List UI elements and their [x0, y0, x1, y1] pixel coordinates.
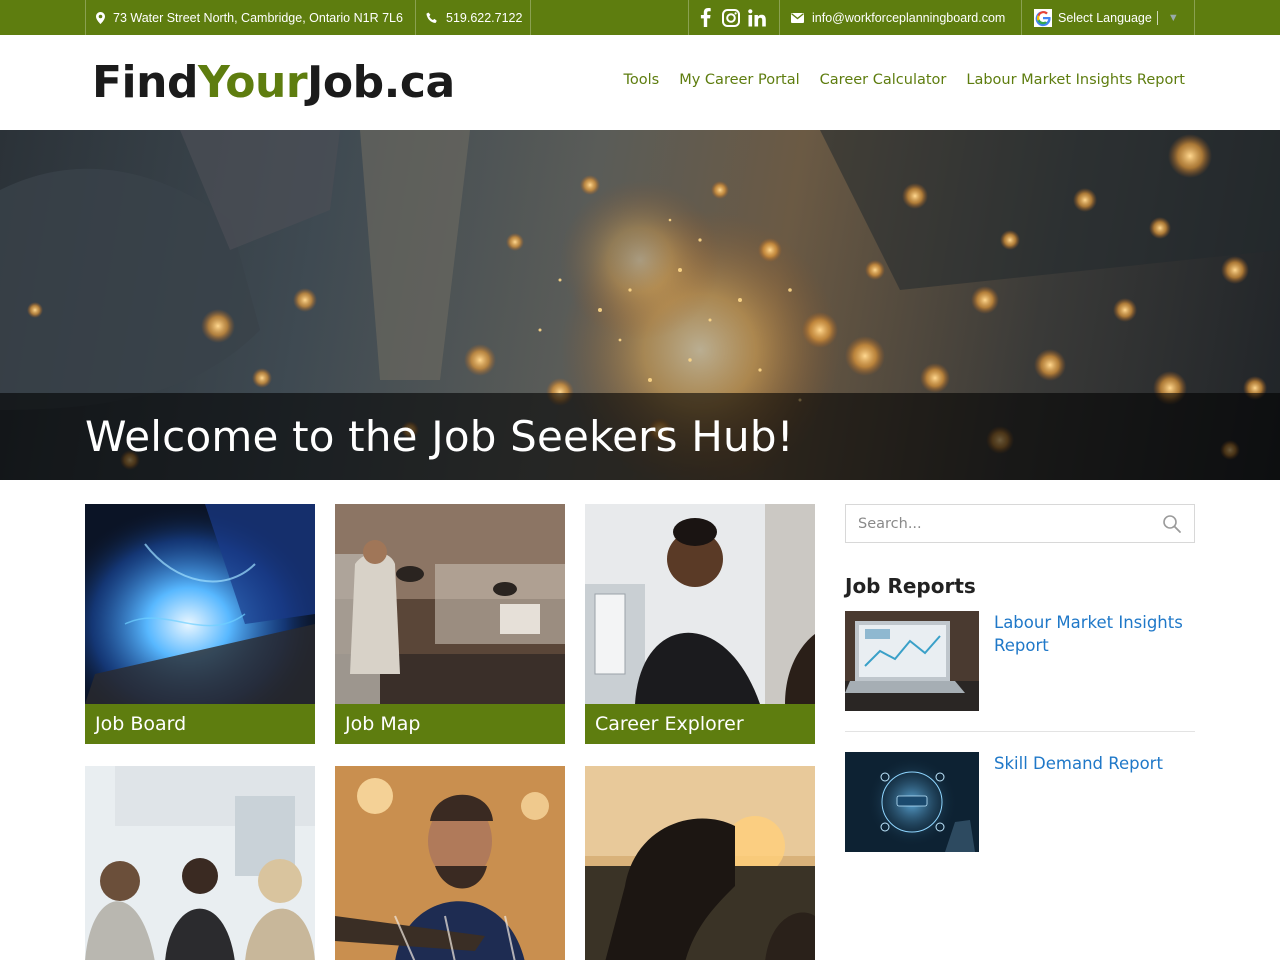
site-logo[interactable]: FindYourJob.ca	[92, 56, 455, 110]
tile-job-board[interactable]: Job Board	[85, 504, 315, 744]
address-item: 73 Water Street North, Cambridge, Ontari…	[96, 0, 403, 35]
report-link-labour-market[interactable]: Labour Market Insights Report	[994, 611, 1194, 657]
topbar-divider	[688, 0, 689, 35]
phone-item[interactable]: 519.622.7122	[426, 0, 522, 35]
main-nav: Tools My Career Portal Career Calculator…	[624, 72, 1186, 88]
tile-hospitality[interactable]	[335, 764, 565, 960]
job-reports-heading: Job Reports	[845, 574, 976, 598]
email-item[interactable]: info@workforceplanningboard.com	[791, 0, 1005, 35]
tile-job-map[interactable]: Job Map	[335, 504, 565, 744]
kitchen-image	[335, 504, 565, 704]
report-thumbnail[interactable]	[845, 752, 979, 852]
sommelier-image	[335, 766, 565, 960]
report-item: Skill Demand Report	[845, 752, 1195, 852]
topbar-divider	[530, 0, 531, 35]
google-icon	[1034, 8, 1052, 27]
topbar-divider	[1021, 0, 1022, 35]
tile-office[interactable]	[85, 764, 315, 960]
report-item: Labour Market Insights Report	[845, 611, 1195, 711]
office-image	[85, 766, 315, 960]
social-links	[695, 0, 767, 35]
map-marker-icon	[96, 11, 105, 24]
logo-text-job: Job.ca	[307, 57, 455, 108]
email-text[interactable]: info@workforceplanningboard.com	[812, 11, 1005, 25]
hero-title: Welcome to the Job Seekers Hub!	[85, 412, 794, 461]
nav-item-labour-market-report[interactable]: Labour Market Insights Report	[966, 72, 1185, 88]
facebook-icon[interactable]	[695, 8, 715, 28]
chevron-down-icon[interactable]: ▼	[1168, 12, 1179, 24]
report-link-skill-demand[interactable]: Skill Demand Report	[994, 752, 1194, 775]
search-icon[interactable]	[1162, 514, 1182, 534]
topbar-divider	[85, 0, 86, 35]
logo-text-your: Your	[197, 57, 308, 108]
report-thumbnail[interactable]	[845, 611, 979, 711]
search-input[interactable]	[858, 514, 1148, 534]
language-divider	[1156, 10, 1158, 25]
topbar-divider	[1194, 0, 1195, 35]
nav-item-tools[interactable]: Tools	[624, 72, 660, 88]
linkedin-icon[interactable]	[747, 8, 767, 28]
tile-career-explorer[interactable]: Career Explorer	[585, 504, 815, 744]
horse-image	[585, 766, 815, 960]
welder-image	[85, 504, 315, 704]
topbar-divider	[779, 0, 780, 35]
language-label[interactable]: Select Language	[1058, 11, 1152, 25]
address-text: 73 Water Street North, Cambridge, Ontari…	[113, 10, 403, 25]
search-box	[845, 504, 1195, 543]
instagram-icon[interactable]	[721, 8, 741, 28]
topbar-divider	[415, 0, 416, 35]
nav-item-my-career-portal[interactable]: My Career Portal	[679, 72, 799, 88]
tile-label: Career Explorer	[585, 704, 815, 744]
tile-label: Job Map	[335, 704, 565, 744]
phone-text[interactable]: 519.622.7122	[446, 11, 522, 25]
phone-icon	[426, 12, 438, 24]
site-header: FindYourJob.ca Tools My Career Portal Ca…	[0, 35, 1280, 130]
tile-label: Job Board	[85, 704, 315, 744]
nurse-image	[585, 504, 815, 704]
hero-banner: Welcome to the Job Seekers Hub!	[0, 130, 1280, 480]
tile-agriculture[interactable]	[585, 764, 815, 960]
skills-image	[845, 752, 979, 852]
top-bar: 73 Water Street North, Cambridge, Ontari…	[0, 0, 1280, 35]
laptop-image	[845, 611, 979, 711]
envelope-icon	[791, 12, 804, 23]
logo-text-find: Find	[92, 57, 198, 108]
nav-item-career-calculator[interactable]: Career Calculator	[820, 72, 947, 88]
report-divider	[845, 731, 1195, 732]
language-selector[interactable]: Select Language ▼	[1034, 0, 1179, 35]
